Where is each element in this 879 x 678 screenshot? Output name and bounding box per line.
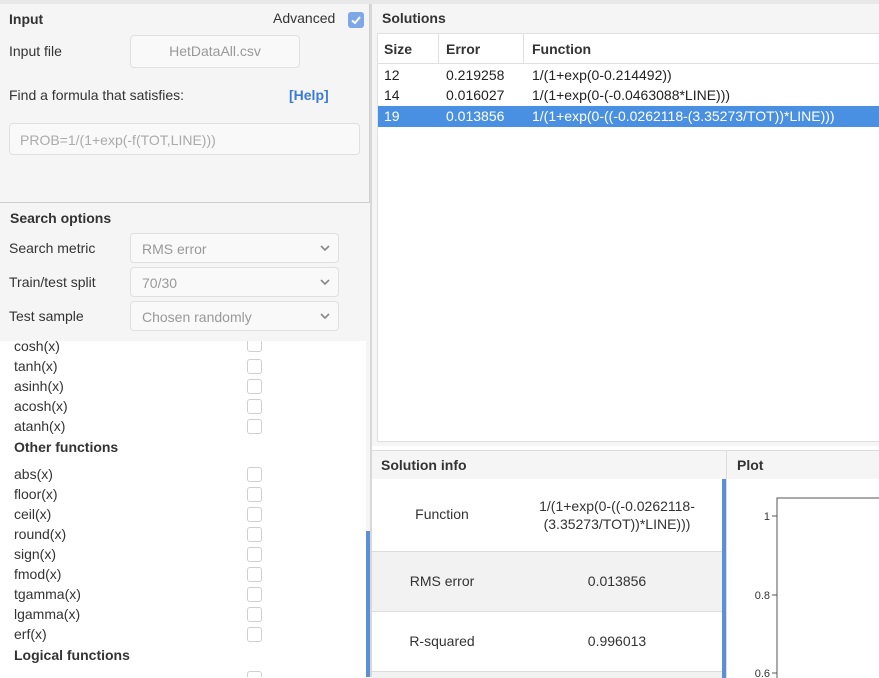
left-panel: Input Advanced Input file HetDataAll.csv…	[0, 4, 371, 677]
search-metric-select[interactable]: RMS error	[130, 233, 339, 263]
info-row-rms: RMS error 0.013856	[372, 552, 722, 612]
check-icon	[351, 16, 361, 25]
cell-size: 14	[384, 87, 400, 103]
advanced-checkbox[interactable]	[348, 12, 364, 28]
function-checkbox[interactable]	[247, 567, 262, 582]
function-checkbox[interactable]	[247, 671, 262, 677]
function-checkbox[interactable]	[247, 607, 262, 622]
cell-function: 1/(1+exp(0-((-0.0262118-(3.35273/TOT))*L…	[532, 108, 835, 124]
column-header-error[interactable]: Error	[439, 34, 524, 64]
plot-canvas[interactable]: 1 0.8 0.6	[727, 479, 879, 678]
info-r2-label: R-squared	[409, 633, 475, 649]
advanced-label: Advanced	[273, 10, 336, 26]
function-checkbox[interactable]	[247, 627, 262, 642]
logical-functions-heading: Logical functions	[14, 647, 130, 663]
train-test-label: Train/test split	[9, 274, 96, 290]
train-test-value: 70/30	[142, 275, 178, 291]
plot-title: Plot	[737, 457, 764, 473]
function-item: lgamma(x)	[14, 606, 81, 622]
function-checkbox[interactable]	[247, 547, 262, 562]
train-test-select[interactable]: 70/30	[130, 267, 339, 297]
search-metric-label: Search metric	[9, 240, 96, 256]
test-sample-label: Test sample	[9, 308, 84, 324]
table-row-selected[interactable]: 19 0.013856 1/(1+exp(0-((-0.0262118-(3.3…	[378, 106, 879, 127]
function-checkbox[interactable]	[247, 419, 262, 434]
search-options-title: Search options	[10, 210, 112, 226]
function-checkbox[interactable]	[247, 399, 262, 414]
y-tick-label: 0.8	[755, 590, 770, 602]
solutions-table: Size Error Function 12 0.219258 1/(1+exp…	[377, 33, 879, 442]
other-functions-heading: Other functions	[14, 439, 119, 455]
cell-error: 0.013856	[446, 108, 505, 124]
info-function-line2: (3.35273/TOT))*LINE)))	[543, 516, 691, 532]
search-metric-value: RMS error	[142, 241, 207, 257]
function-checkbox[interactable]	[247, 359, 262, 374]
function-item: tgamma(x)	[14, 586, 81, 602]
solution-info-table: Function 1/(1+exp(0-((-0.0262118- (3.352…	[372, 479, 722, 678]
y-tick-label: 1	[764, 511, 770, 523]
plot-title-bar: Plot	[727, 451, 879, 479]
info-function-value: 1/(1+exp(0-((-0.0262118- (3.35273/TOT))*…	[512, 497, 722, 533]
function-list: cosh(x) tanh(x) asinh(x) acosh(x) atanh(…	[0, 341, 366, 677]
plot-panel: Plot 1 0.8 0.6	[726, 450, 879, 678]
table-row[interactable]: 12 0.219258 1/(1+exp(0-0.214492))	[378, 65, 879, 85]
cell-error: 0.219258	[446, 67, 505, 83]
function-checkbox[interactable]	[247, 507, 262, 522]
search-options-panel: Search options Search metric RMS error T…	[0, 203, 369, 341]
chevron-down-icon	[320, 313, 330, 320]
function-item: atanh(x)	[14, 418, 66, 434]
function-item: floor(x)	[14, 486, 58, 502]
help-link[interactable]: [Help]	[289, 87, 329, 103]
function-item: acosh(x)	[14, 398, 68, 414]
input-file-field[interactable]: HetDataAll.csv	[130, 35, 300, 68]
solutions-title: Solutions	[382, 10, 446, 26]
solution-info-panel: Solution info Function 1/(1+exp(0-((-0.0…	[372, 450, 726, 678]
cell-size: 12	[384, 67, 400, 83]
test-sample-value: Chosen randomly	[142, 309, 252, 325]
cell-size: 19	[384, 108, 400, 124]
table-row[interactable]: 14 0.016027 1/(1+exp(0-(-0.0463088*LINE)…	[378, 85, 879, 105]
function-item: abs(x)	[14, 466, 53, 482]
info-row-rsquared: R-squared 0.996013	[372, 612, 722, 672]
cell-function: 1/(1+exp(0-(-0.0463088*LINE)))	[532, 87, 731, 103]
function-checkbox[interactable]	[247, 487, 262, 502]
info-row-next	[372, 672, 722, 678]
input-file-label: Input file	[9, 43, 62, 59]
function-item: round(x)	[14, 526, 67, 542]
function-checkbox[interactable]	[247, 341, 262, 352]
info-row-function: Function 1/(1+exp(0-((-0.0262118- (3.352…	[372, 479, 722, 552]
formula-input[interactable]: PROB=1/(1+exp(-f(TOT,LINE)))	[9, 123, 360, 155]
function-item: cosh(x)	[14, 341, 60, 354]
function-item: tanh(x)	[14, 358, 58, 374]
solution-info-title: Solution info	[381, 457, 467, 473]
info-rms-label: RMS error	[409, 573, 475, 589]
test-sample-select[interactable]: Chosen randomly	[130, 301, 339, 331]
plot-area	[776, 497, 879, 678]
function-checkbox[interactable]	[247, 467, 262, 482]
info-function-label: Function	[415, 506, 469, 522]
column-header-size[interactable]: Size	[378, 34, 439, 64]
cell-error: 0.016027	[446, 87, 505, 103]
function-item: fmod(x)	[14, 566, 62, 582]
function-item: sign(x)	[14, 546, 57, 562]
solutions-panel: Solutions Size Error Function 12 0.21925…	[372, 4, 879, 446]
cell-function: 1/(1+exp(0-0.214492))	[532, 67, 672, 83]
input-title: Input	[9, 11, 44, 27]
info-function-line1: 1/(1+exp(0-((-0.0262118-	[539, 498, 695, 514]
function-checkbox[interactable]	[247, 527, 262, 542]
find-formula-label: Find a formula that satisfies:	[9, 87, 185, 103]
info-r2-value: 0.996013	[587, 633, 647, 649]
column-header-function[interactable]: Function	[524, 34, 879, 64]
info-rms-value: 0.013856	[587, 573, 647, 589]
function-checkbox[interactable]	[247, 587, 262, 602]
input-panel: Input Advanced Input file HetDataAll.csv…	[0, 4, 370, 203]
function-checkbox[interactable]	[247, 379, 262, 394]
function-item: erf(x)	[14, 626, 47, 642]
function-item: ceil(x)	[14, 506, 52, 522]
function-item: asinh(x)	[14, 378, 64, 394]
chevron-down-icon	[320, 245, 330, 252]
chevron-down-icon	[320, 279, 330, 286]
